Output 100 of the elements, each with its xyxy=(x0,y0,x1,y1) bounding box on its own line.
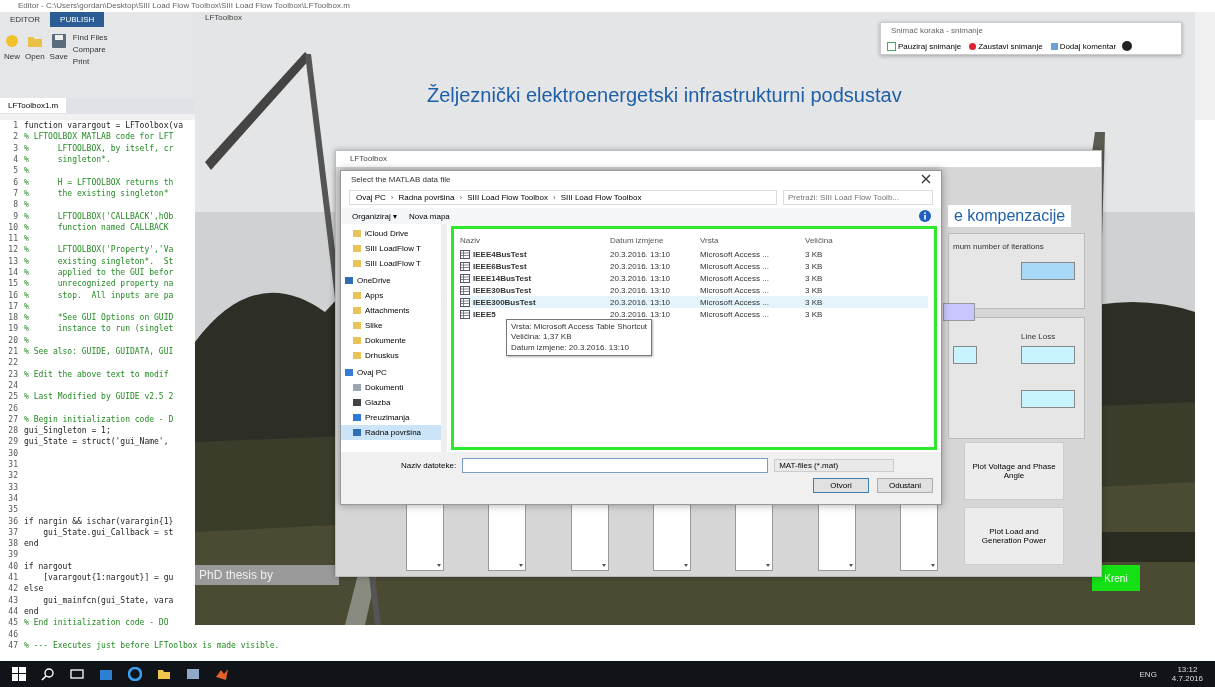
code-line: % the existing singleton* xyxy=(24,188,169,198)
line-number: 21 xyxy=(7,347,19,357)
code-line: % LFTOOLBOX('Property','Va xyxy=(24,245,174,255)
address-bar[interactable]: Ovaj PC › Radna površina › SIII Load Flow Toolbox › SIII Load Flow Toolbox xyxy=(349,190,777,205)
column-header[interactable]: Datum izmjene xyxy=(610,235,700,245)
file-row[interactable]: IEEE30BusTest 20.3.2016. 13:10 Microsoft Access ... 3 KB xyxy=(460,284,928,296)
line-number: 8 xyxy=(12,200,19,210)
toolbar-button[interactable]: Save xyxy=(49,33,68,66)
nav-item[interactable]: Apps xyxy=(341,288,441,303)
close-icon[interactable] xyxy=(921,174,931,184)
code-line: gui_Singleton = 1; xyxy=(24,426,111,436)
tooltip: Vrsta: Microsoft Access Table Shortcut Veličina: 1,37 KB Datum izmjene: 20.3.2016. 13:10 xyxy=(506,319,653,357)
nav-item[interactable]: Preuzimanja xyxy=(341,410,441,425)
line-number: 37 xyxy=(7,527,19,537)
code-line: end xyxy=(24,606,39,616)
line-number: 32 xyxy=(7,471,19,481)
toolbar-button[interactable]: Compare xyxy=(72,45,108,54)
app-icon[interactable] xyxy=(186,667,200,681)
ribbon-tab[interactable]: PUBLISH xyxy=(50,12,105,27)
toolbar-button[interactable]: Print xyxy=(72,57,108,66)
filename-field[interactable] xyxy=(462,458,769,473)
nav-item[interactable]: SIII LoadFlow T xyxy=(341,241,441,256)
nav-item[interactable]: Dokumenti xyxy=(341,380,441,395)
line-number: 34 xyxy=(7,493,19,503)
page-heading: Željeznički elektroenergetski infrastrukturni podsustav xyxy=(427,84,902,107)
task-view-icon[interactable] xyxy=(70,667,84,681)
toolbar-button[interactable]: Organiziraj ▾ xyxy=(351,210,398,222)
line-number: 1 xyxy=(12,121,19,131)
comment-button[interactable]: Dodaj komentar xyxy=(1048,41,1119,51)
column-header[interactable]: Naziv xyxy=(460,235,610,245)
file-row[interactable]: IEEE300BusTest 20.3.2016. 13:10 Microsoft Access ... 3 KB xyxy=(460,296,928,308)
input-field[interactable] xyxy=(1021,262,1075,280)
toolbar-button[interactable]: Find Files xyxy=(72,33,108,42)
browser-icon[interactable] xyxy=(128,667,142,681)
search-icon[interactable] xyxy=(41,667,55,681)
nav-item[interactable]: iCloud Drive xyxy=(341,226,441,241)
line-number: 23 xyxy=(7,369,19,379)
table-file-icon xyxy=(460,273,470,283)
nav-item[interactable]: OneDrive xyxy=(341,273,441,288)
cancel-button[interactable]: Odustani xyxy=(877,478,933,493)
file-row[interactable]: IEEE4BusTest 20.3.2016. 13:10 Microsoft Access ... 3 KB xyxy=(460,248,928,260)
line-number: 39 xyxy=(7,550,19,560)
line-number: 40 xyxy=(7,561,19,571)
plot-button[interactable]: Plot Voltage and Phase Angle xyxy=(964,442,1064,500)
toolbar-button[interactable]: New xyxy=(4,33,20,66)
nav-item[interactable]: Dokumente xyxy=(341,333,441,348)
floppy-icon xyxy=(50,33,67,49)
folder-icon[interactable] xyxy=(157,667,171,681)
table-file-icon xyxy=(460,249,470,259)
toolbar-button[interactable]: Nova mapa xyxy=(407,210,451,222)
input-field[interactable] xyxy=(943,303,975,321)
code-line: % LFTOOLBOX('CALLBACK',hOb xyxy=(24,211,174,221)
nav-item[interactable]: Attachments xyxy=(341,303,441,318)
nav-item[interactable]: Glazba xyxy=(341,395,441,410)
table-file-icon xyxy=(460,297,470,307)
nav-item[interactable]: Radna površina xyxy=(341,425,441,440)
table-file-icon xyxy=(460,285,470,295)
line-number: 28 xyxy=(7,426,19,436)
code-line: % --- Executes just before LFToolbox is made visible. xyxy=(24,640,280,650)
line-number: 7 xyxy=(12,188,19,198)
nav-item[interactable]: Slike xyxy=(341,318,441,333)
code-line: % unrecognized property na xyxy=(24,279,174,289)
nav-item[interactable]: Ovaj PC xyxy=(341,365,441,380)
window-title: Snimač koraka - snimanje xyxy=(890,25,985,37)
file-row[interactable]: IEEE14BusTest 20.3.2016. 13:10 Microsoft Access ... 3 KB xyxy=(460,272,928,284)
language-indicator[interactable]: ENG xyxy=(1139,669,1157,679)
confirm-button[interactable]: Otvori xyxy=(813,478,869,493)
search-field[interactable]: Pretraži: SIII Load Flow Toolb... xyxy=(783,190,933,205)
line-number: 20 xyxy=(7,335,19,345)
filetype-dropdown[interactable]: MAT-files (*.mat) xyxy=(774,459,895,472)
code-line: % LFTOOLBOX MATLAB code for LFT xyxy=(24,132,174,142)
line-number: 10 xyxy=(7,222,19,232)
code-line: function varargout = LFToolbox(va xyxy=(24,121,183,131)
code-line: % instance to run (singlet xyxy=(24,324,174,334)
file-row[interactable]: IEEE6BusTest 20.3.2016. 13:10 Microsoft Access ... 3 KB xyxy=(460,260,928,272)
line-number: 15 xyxy=(7,279,19,289)
code-line: % function named CALLBACK xyxy=(24,222,169,232)
line-number: 26 xyxy=(7,403,19,413)
file-tab[interactable]: LFToolbox1.m xyxy=(0,98,67,113)
windows-icon[interactable] xyxy=(12,667,26,681)
code-line: gui_mainfcn(gui_State, vara xyxy=(42,595,174,605)
pause-button[interactable]: Pauziraj snimanje xyxy=(885,41,964,51)
clock[interactable]: 13:12 4.7.2016 xyxy=(1171,665,1203,683)
stop-button[interactable]: Zaustavi snimanje xyxy=(967,41,1045,51)
line-number: 43 xyxy=(7,595,19,605)
line-number: 14 xyxy=(7,268,19,277)
field-label: Line Loss xyxy=(1021,332,1056,341)
plot-button[interactable]: Plot Load and Generation Power xyxy=(964,507,1064,565)
nav-item[interactable]: Drhuskus xyxy=(341,348,441,363)
store-icon[interactable] xyxy=(99,667,113,681)
toolbar-button[interactable]: Open xyxy=(25,33,45,66)
column-header[interactable]: Veličina xyxy=(805,235,845,245)
column-header[interactable]: Vrsta xyxy=(700,235,805,245)
nav-item[interactable]: SIII LoadFlow T xyxy=(341,256,441,271)
line-number: 3 xyxy=(12,143,19,153)
table-file-icon xyxy=(460,261,470,271)
code-line: % Last Modified by GUIDE v2.5 2 xyxy=(24,392,174,402)
code-line: % *See GUI Options on GUID xyxy=(24,313,174,323)
line-number: 18 xyxy=(7,313,19,323)
file-row[interactable]: IEEE5 20.3.2016. 13:10 Microsoft Access ... 3 KB xyxy=(460,308,928,320)
